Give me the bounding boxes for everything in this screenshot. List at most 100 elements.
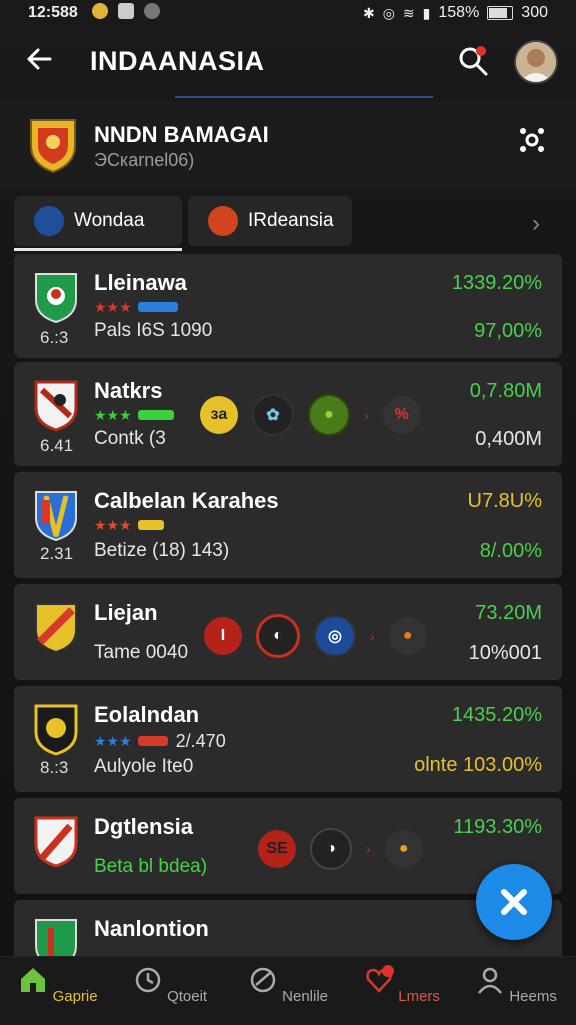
- list-item[interactable]: 6.41 Natkrs ★★★ Contk (3 за ✿ ● › % 0,7.…: [14, 362, 562, 466]
- team-badge-icon[interactable]: ✿: [252, 394, 294, 436]
- ball-icon: [250, 967, 276, 993]
- battery-percent: 158%: [438, 4, 480, 21]
- row-subtitle: Beta bl bdea): [94, 856, 208, 877]
- nav-label: Nenlile: [282, 988, 329, 1005]
- rating-stars: ★★★: [94, 298, 132, 315]
- close-button[interactable]: [476, 864, 552, 940]
- search-icon[interactable]: [456, 44, 490, 78]
- team-badge-label: SE: [266, 840, 288, 857]
- match-icons: I ◐ ◎ › ●: [204, 614, 427, 658]
- status-extra: 300: [521, 4, 548, 21]
- rating-bar: [137, 410, 174, 420]
- tab-bar: Wondaa IRdeansia ›: [0, 196, 576, 252]
- row-number: 8.:3: [40, 758, 69, 777]
- team-badge-label: за: [210, 406, 228, 423]
- rating: ★★★: [94, 516, 164, 533]
- match-icons: за ✿ ● › %: [200, 394, 421, 436]
- row-subtitle: Contk (3: [94, 428, 166, 449]
- list-item[interactable]: 6.:3 Lleinawa ★★★ Pals I6S 1090 1339.20%…: [14, 254, 562, 358]
- bottom-nav: Gaprie Qtoeit Nenlile Lmers Heems: [0, 956, 576, 1025]
- team-badge-label: I: [220, 627, 226, 644]
- list-item[interactable]: 2.31 Calbelan Karahes ★★★ Betize (18) 14…: [14, 472, 562, 578]
- team-badge-icon[interactable]: ◑: [310, 828, 352, 870]
- rating-stars: ★★★: [94, 732, 132, 749]
- nav-item-gaprie[interactable]: Gaprie: [8, 965, 108, 1005]
- header-divider: [175, 96, 433, 98]
- rating-stars: ★★★: [94, 516, 132, 533]
- team-badge-icon[interactable]: ●: [388, 617, 427, 655]
- arrow-right-icon: ›: [370, 628, 375, 644]
- tab-wondaa[interactable]: Wondaa: [14, 196, 182, 246]
- share-icon[interactable]: [518, 126, 546, 154]
- status-time: 12:588: [28, 4, 78, 21]
- team-header: NNDN BAMAGAI ЭСкаrnel06): [0, 100, 576, 190]
- match-icons: SE ◑ › ●: [258, 828, 423, 870]
- team-name: NNDN BAMAGAI: [94, 122, 269, 147]
- list-item[interactable]: Dgtlensia Beta bl bdea) SE ◑ › ● 1193.30…: [14, 798, 562, 894]
- tab-label: Wondaa: [74, 210, 145, 231]
- nav-label: Qtoeit: [167, 988, 208, 1005]
- tab-label: IRdeansia: [248, 210, 334, 231]
- nav-label: Lmers: [398, 988, 440, 1005]
- arrow-right-icon: ›: [364, 407, 369, 423]
- team-badge-icon[interactable]: ●: [384, 830, 423, 868]
- team-badge-icon[interactable]: %: [382, 396, 421, 434]
- status-bar: 12:588 ✱ ◎ ≋ ▮ 158% 300: [0, 0, 576, 26]
- rating: ★★★ 2/.470: [94, 731, 226, 751]
- team-badge-icon[interactable]: ◎: [314, 615, 356, 657]
- row-subtitle: Betize (18) 143): [94, 540, 230, 561]
- team-badge-icon[interactable]: ◐: [256, 614, 300, 658]
- notification-icon: [92, 3, 108, 19]
- row-value-primary: 1339.20%: [451, 272, 542, 294]
- row-name: Calbelan Karahes: [94, 488, 279, 513]
- team-crest-icon: [34, 704, 78, 756]
- rating-bar: [137, 520, 164, 530]
- row-name: Nanlontion: [94, 916, 209, 941]
- row-value-primary: 1435.20%: [451, 704, 542, 726]
- team-badge-label: %: [394, 406, 409, 423]
- row-value-secondary: 0,400M: [475, 428, 542, 450]
- active-tab-indicator: [14, 248, 182, 251]
- row-name: Lleinawa: [94, 270, 187, 295]
- signal-icon: ▮: [422, 4, 431, 21]
- nav-item-nenlile[interactable]: Nenlile: [238, 965, 338, 1005]
- row-subtitle: Tame 0040: [94, 642, 189, 663]
- nav-item-qtoeit[interactable]: Qtoeit: [120, 965, 220, 1005]
- tab-irdeansia[interactable]: IRdeansia: [188, 196, 352, 246]
- status-icons-right: ✱ ◎ ≋ ▮ 158% 300: [363, 4, 548, 22]
- team-badge-icon[interactable]: за: [200, 396, 238, 434]
- battery-icon: [487, 6, 514, 20]
- row-value-primary: 0,7.80M: [469, 380, 542, 402]
- team-badge-icon[interactable]: SE: [258, 830, 296, 868]
- row-number: 2.31: [40, 544, 74, 563]
- team-badge-icon[interactable]: I: [204, 617, 242, 655]
- row-value-primary: U7.8U%: [467, 490, 542, 512]
- team-badge-icon[interactable]: ●: [308, 394, 350, 436]
- alarm-icon: ◎: [382, 4, 395, 21]
- team-subtitle: ЭСкаrnel06): [94, 150, 195, 170]
- wifi-icon: ≋: [402, 4, 415, 21]
- close-icon: [501, 889, 527, 915]
- row-name: Liejan: [94, 600, 158, 625]
- row-value-primary: 1193.30%: [453, 816, 542, 838]
- home-icon: [21, 968, 46, 992]
- list-item[interactable]: Liejan Tame 0040 I ◐ ◎ › ● 73.20M 10%001: [14, 584, 562, 680]
- nav-item-lmers[interactable]: Lmers: [352, 965, 452, 1005]
- list-item[interactable]: 8.:3 Eolalndan ★★★ 2/.470 Aulyole Ite0 14…: [14, 686, 562, 792]
- row-subtitle: Pals I6S 1090: [94, 320, 213, 341]
- row-extra: 2/.470: [175, 730, 226, 751]
- row-number: 6.41: [40, 436, 74, 455]
- tab-logo-icon: [208, 206, 238, 236]
- status-icons-left: [92, 3, 160, 19]
- back-arrow-icon[interactable]: [22, 42, 56, 76]
- team-crest-icon: [34, 380, 78, 432]
- nav-item-heems[interactable]: Heems: [466, 965, 566, 1005]
- chevron-right-icon[interactable]: ›: [532, 210, 540, 238]
- row-name: Eolalndan: [94, 702, 200, 727]
- app-header: INDAANASIA: [0, 28, 576, 96]
- rating-bar: [137, 302, 178, 312]
- avatar[interactable]: [514, 40, 558, 84]
- row-subtitle: Aulyole Ite0: [94, 756, 194, 777]
- tab-logo-icon: [34, 206, 64, 236]
- row-value-secondary: olnte 103.00%: [414, 754, 542, 776]
